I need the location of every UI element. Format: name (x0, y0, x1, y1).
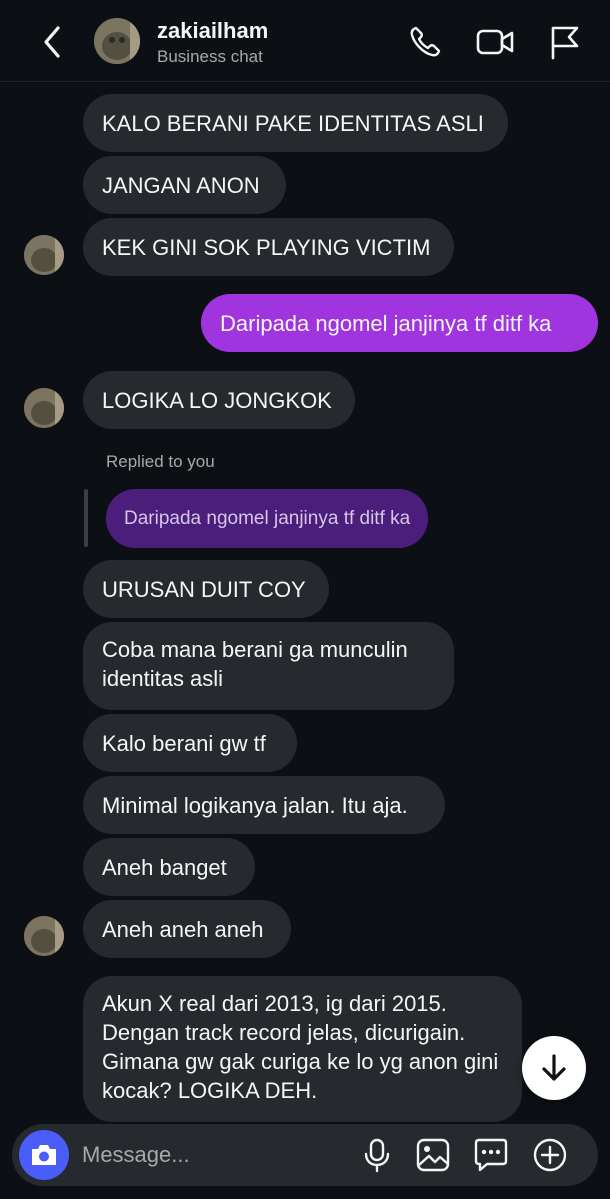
chat-header: zakiailham Business chat (0, 0, 610, 82)
gallery-icon[interactable] (415, 1137, 451, 1173)
back-chevron-icon[interactable] (36, 22, 70, 62)
contact-name[interactable]: zakiailham (157, 18, 268, 44)
message-bubble[interactable]: Coba mana berani ga munculin identitas a… (83, 622, 454, 710)
chat-type-label: Business chat (157, 47, 263, 66)
plus-icon[interactable] (532, 1137, 568, 1173)
sender-avatar[interactable] (24, 235, 64, 275)
message-bubble[interactable]: Akun X real dari 2013, ig dari 2015. Den… (83, 976, 522, 1122)
message-bubble[interactable]: KEK GINI SOK PLAYING VICTIM (83, 218, 454, 276)
sticker-icon[interactable] (473, 1137, 509, 1173)
message-thread[interactable]: KALO BERANI PAKE IDENTITAS ASLI JANGAN A… (0, 82, 610, 1122)
flag-icon[interactable] (545, 22, 585, 62)
message-bubble[interactable]: Minimal logikanya jalan. Itu aja. (83, 776, 445, 834)
reply-indicator-bar (84, 489, 88, 547)
contact-avatar[interactable] (94, 18, 140, 64)
message-bubble[interactable]: JANGAN ANON (83, 156, 286, 214)
reply-label: Replied to you (106, 452, 215, 471)
phone-icon[interactable] (405, 22, 445, 62)
message-composer (12, 1124, 598, 1186)
message-bubble[interactable]: Kalo berani gw tf (83, 714, 297, 772)
sent-message-bubble[interactable]: Daripada ngomel janjinya tf ditf ka (201, 294, 598, 352)
camera-button[interactable] (19, 1130, 69, 1180)
quoted-message[interactable]: Daripada ngomel janjinya tf ditf ka (106, 489, 429, 548)
video-camera-icon[interactable] (475, 22, 515, 62)
scroll-to-bottom-button[interactable] (522, 1036, 586, 1100)
message-bubble[interactable]: KALO BERANI PAKE IDENTITAS ASLI (83, 94, 508, 152)
sender-avatar[interactable] (24, 916, 64, 956)
arrow-down-icon (542, 1054, 566, 1081)
sender-avatar[interactable] (24, 388, 64, 428)
message-bubble[interactable]: Aneh banget (83, 838, 255, 896)
message-input[interactable] (82, 1138, 352, 1172)
microphone-icon[interactable] (359, 1137, 395, 1173)
camera-icon (32, 1145, 56, 1165)
message-bubble[interactable]: Aneh aneh aneh (83, 900, 291, 958)
message-bubble[interactable]: URUSAN DUIT COY (83, 560, 329, 618)
message-bubble[interactable]: LOGIKA LO JONGKOK (83, 371, 355, 429)
